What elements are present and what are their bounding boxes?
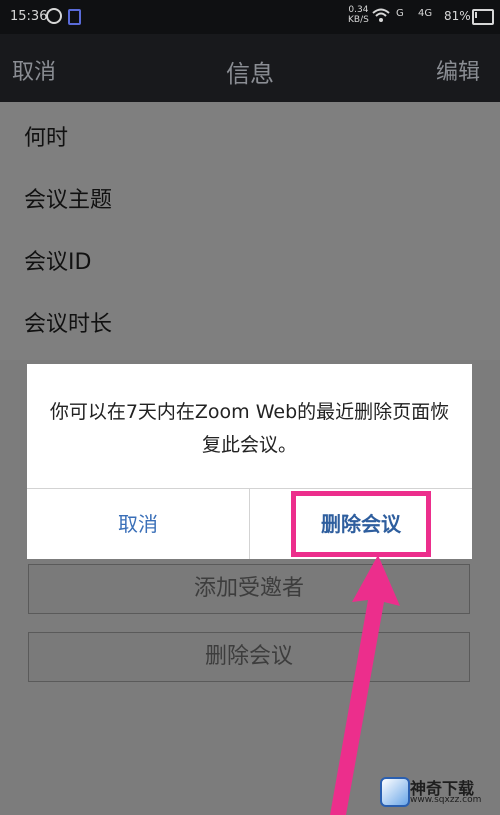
battery-percent: 81% [444,9,471,23]
watermark: 神奇下载 www.sqxzz.com [380,771,492,809]
nav-bar: 信息 取消 编辑 [0,34,500,102]
sim-icon [68,9,81,25]
wifi-icon [372,8,390,22]
meeting-info-list: 何时 会议主题 会议ID 会议时长 [0,102,500,360]
list-item-duration[interactable]: 会议时长 [24,306,112,338]
list-item-when[interactable]: 何时 [24,120,68,152]
page-title: 信息 [226,60,274,88]
battery-icon [472,9,494,25]
watermark-url: www.sqxzz.com [410,795,482,805]
alarm-icon [46,8,62,24]
signal-2: 4G [418,8,433,19]
dialog-cancel-button[interactable]: 取消 [27,489,249,559]
status-time: 15:36 [10,9,48,24]
network-speed-value: 0.34 [348,5,369,15]
nav-edit-button[interactable]: 编辑 [436,54,480,86]
dialog-message: 你可以在7天内在Zoom Web的最近删除页面恢复此会议。 [49,401,450,456]
watermark-logo-icon [380,777,410,807]
status-bar: 15:36 0.34 KB/S G 4G 81% [0,0,500,34]
dialog-vertical-divider [249,489,250,559]
list-item-topic[interactable]: 会议主题 [24,182,112,214]
network-speed: 0.34 KB/S [348,5,369,25]
network-speed-unit: KB/S [348,15,369,25]
list-item-meeting-id[interactable]: 会议ID [24,244,91,276]
signal-1: G [396,8,404,19]
dialog-delete-button[interactable]: 删除会议 [296,496,426,552]
nav-cancel-button[interactable]: 取消 [12,54,56,86]
